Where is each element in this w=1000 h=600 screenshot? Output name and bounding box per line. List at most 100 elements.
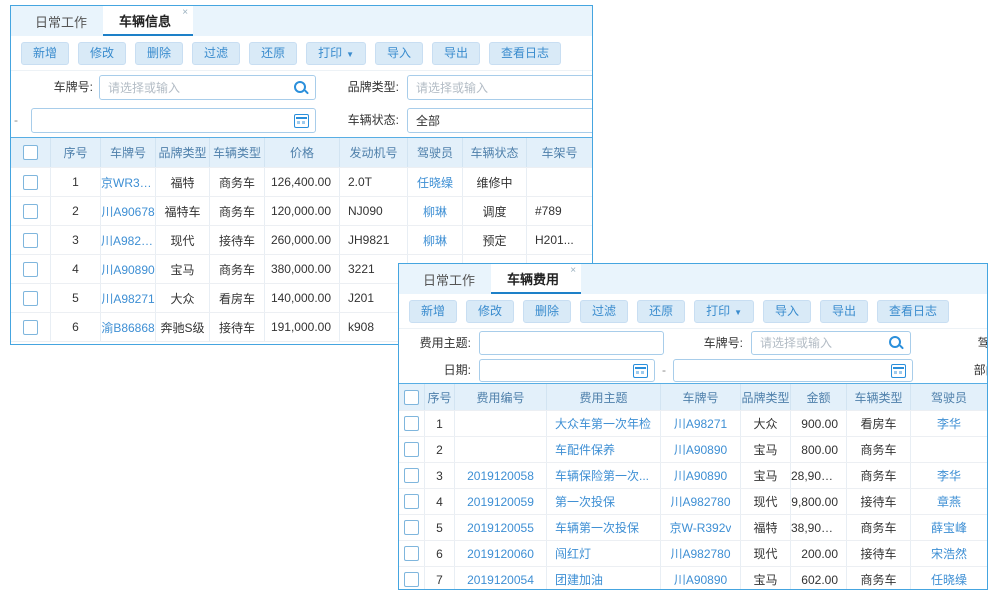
cell-subject[interactable]: 大众车第一次年检 (547, 411, 661, 436)
cell-code (455, 437, 547, 462)
cell-driver[interactable]: 任晓缲 (408, 168, 463, 196)
view-log-button[interactable]: 查看日志 (877, 300, 949, 323)
table-row[interactable]: 1大众车第一次年检川A98271大众900.00看房车李华 (399, 411, 987, 437)
select-all-checkbox[interactable] (23, 145, 38, 160)
date-to-input[interactable] (674, 360, 912, 381)
table-row[interactable]: 3川A982780现代接待车260,000.00JH9821柳琳预定H201..… (11, 226, 592, 255)
cell-driver[interactable]: 宋浩然 (911, 541, 987, 566)
cell-plate[interactable]: 川A90678 (101, 197, 156, 225)
tab-vehicle-expense[interactable]: 车辆费用 × (491, 264, 581, 294)
cell-subject[interactable]: 车配件保养 (547, 437, 661, 462)
table-row[interactable]: 1京WR392v福特商务车126,400.002.0T任晓缲维修中 (11, 168, 592, 197)
calendar-icon[interactable] (294, 114, 309, 128)
cell-plate[interactable]: 川A90890 (101, 255, 156, 283)
export-button[interactable]: 导出 (432, 42, 480, 65)
cell-plate[interactable]: 川A90890 (661, 437, 741, 462)
row-checkbox[interactable] (404, 572, 419, 587)
date-filter-input[interactable] (32, 109, 315, 132)
row-checkbox[interactable] (23, 262, 38, 277)
close-icon[interactable]: × (570, 265, 576, 276)
cell-subject[interactable]: 第一次投保 (547, 489, 661, 514)
cell-code[interactable]: 2019120054 (455, 567, 547, 590)
row-checkbox[interactable] (404, 442, 419, 457)
search-icon[interactable] (293, 80, 309, 96)
calendar-icon[interactable] (633, 364, 648, 378)
brand-filter-label: 品牌类型: (339, 71, 399, 104)
cell-subject[interactable]: 团建加油 (547, 567, 661, 590)
brand-filter-input[interactable] (408, 76, 593, 99)
cell-subject[interactable]: 车辆第一次投保 (547, 515, 661, 540)
filter-button[interactable]: 过滤 (192, 42, 240, 65)
cell-plate[interactable]: 川A90890 (661, 567, 741, 590)
calendar-icon[interactable] (891, 364, 906, 378)
row-checkbox[interactable] (23, 233, 38, 248)
edit-button[interactable]: 修改 (466, 300, 514, 323)
cell-code[interactable]: 2019120059 (455, 489, 547, 514)
cell-plate[interactable]: 川A982780 (101, 226, 156, 254)
table-row[interactable]: 52019120055车辆第一次投保京W-R392v福特38,900.00商务车… (399, 515, 987, 541)
cell-driver[interactable]: 李华 (911, 411, 987, 436)
restore-button[interactable]: 还原 (249, 42, 297, 65)
cell-subject[interactable]: 闯红灯 (547, 541, 661, 566)
status-filter-select[interactable] (408, 109, 593, 132)
row-checkbox[interactable] (404, 520, 419, 535)
plate-filter-input[interactable] (100, 76, 315, 99)
cell-subject[interactable]: 车辆保险第一次... (547, 463, 661, 488)
print-button[interactable]: 打印▼ (694, 300, 754, 323)
row-checkbox[interactable] (404, 468, 419, 483)
close-icon[interactable]: × (182, 7, 188, 18)
tab-daily-work[interactable]: 日常工作 (407, 264, 491, 294)
row-checkbox[interactable] (23, 291, 38, 306)
add-button[interactable]: 新增 (21, 42, 69, 65)
select-all-checkbox[interactable] (404, 390, 419, 405)
cell-code[interactable]: 2019120060 (455, 541, 547, 566)
delete-button[interactable]: 删除 (523, 300, 571, 323)
cell-driver[interactable]: 柳琳 (408, 226, 463, 254)
cell-plate[interactable]: 川A98271 (661, 411, 741, 436)
cell-frame: H201... (527, 226, 592, 254)
row-checkbox[interactable] (404, 416, 419, 431)
date-from-input[interactable] (480, 360, 654, 381)
row-checkbox[interactable] (23, 175, 38, 190)
row-checkbox[interactable] (404, 546, 419, 561)
cell-driver[interactable]: 章燕 (911, 489, 987, 514)
table-row[interactable]: 2车配件保养川A90890宝马800.00商务车 (399, 437, 987, 463)
add-button[interactable]: 新增 (409, 300, 457, 323)
subject-filter-input[interactable] (480, 332, 663, 354)
view-log-button[interactable]: 查看日志 (489, 42, 561, 65)
cell-code[interactable]: 2019120058 (455, 463, 547, 488)
cell-plate[interactable]: 川A90890 (661, 463, 741, 488)
restore-button[interactable]: 还原 (637, 300, 685, 323)
delete-button[interactable]: 删除 (135, 42, 183, 65)
table-row[interactable]: 62019120060闯红灯川A982780现代200.00接待车宋浩然 (399, 541, 987, 567)
cell-driver[interactable]: 任晓缲 (911, 567, 987, 590)
cell-plate[interactable]: 京W-R392v (661, 515, 741, 540)
row-checkbox[interactable] (404, 494, 419, 509)
table-row[interactable]: 42019120059第一次投保川A982780现代9,800.00接待车章燕 (399, 489, 987, 515)
cell-plate[interactable]: 渝B86868 (101, 313, 156, 341)
print-button[interactable]: 打印▼ (306, 42, 366, 65)
row-checkbox[interactable] (23, 320, 38, 335)
plate-filter-input[interactable] (752, 332, 910, 354)
tab-vehicle-info[interactable]: 车辆信息 × (103, 6, 193, 36)
import-button[interactable]: 导入 (375, 42, 423, 65)
edit-button[interactable]: 修改 (78, 42, 126, 65)
table-row[interactable]: 32019120058车辆保险第一次...川A90890宝马28,900.00商… (399, 463, 987, 489)
cell-code[interactable]: 2019120055 (455, 515, 547, 540)
cell-driver[interactable]: 薛宝峰 (911, 515, 987, 540)
cell-plate[interactable]: 川A982780 (661, 489, 741, 514)
table-row[interactable]: 2川A90678福特车商务车120,000.00NJ090柳琳调度#789 (11, 197, 592, 226)
table-row[interactable]: 72019120054团建加油川A90890宝马602.00商务车任晓缲 (399, 567, 987, 590)
search-icon[interactable] (888, 335, 904, 351)
export-button[interactable]: 导出 (820, 300, 868, 323)
cell-amount: 602.00 (791, 567, 847, 590)
cell-driver[interactable]: 柳琳 (408, 197, 463, 225)
cell-plate[interactable]: 川A982780 (661, 541, 741, 566)
cell-plate[interactable]: 京WR392v (101, 168, 156, 196)
import-button[interactable]: 导入 (763, 300, 811, 323)
row-checkbox[interactable] (23, 204, 38, 219)
cell-plate[interactable]: 川A98271 (101, 284, 156, 312)
filter-button[interactable]: 过滤 (580, 300, 628, 323)
tab-daily-work[interactable]: 日常工作 (19, 6, 103, 36)
cell-driver[interactable]: 李华 (911, 463, 987, 488)
